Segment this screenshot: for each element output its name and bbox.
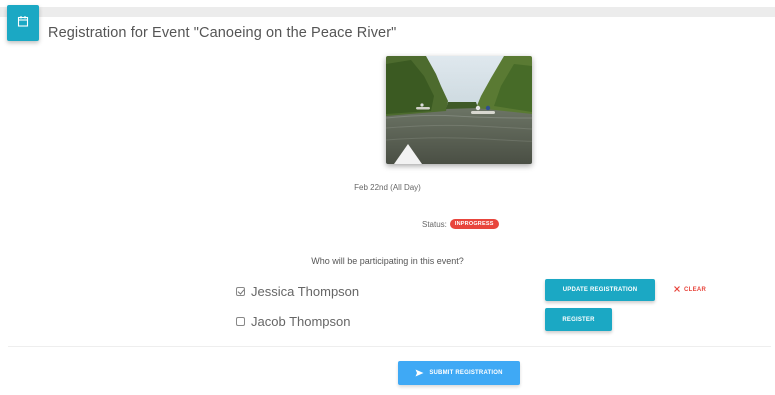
clear-button[interactable]: CLEAR (674, 286, 706, 294)
submit-registration-button[interactable]: SUBMIT REGISTRATION (398, 361, 520, 385)
calendar-icon (17, 14, 29, 32)
top-bar (0, 0, 775, 18)
event-photo (386, 56, 532, 164)
register-button[interactable]: REGISTER (545, 308, 612, 331)
event-date: Feb 22nd (All Day) (354, 183, 421, 192)
participant-name: Jacob Thompson (251, 314, 351, 329)
clear-label: CLEAR (684, 287, 707, 293)
participant-checkbox[interactable] (236, 317, 245, 326)
participation-question: Who will be participating in this event? (311, 256, 464, 266)
status-badge: INPROGRESS (449, 219, 499, 229)
participant-checkbox[interactable] (236, 287, 245, 296)
status-label: Status: (422, 219, 447, 229)
status-row: Status: INPROGRESS (422, 219, 499, 229)
page-title: Registration for Event "Canoeing on the … (48, 25, 397, 41)
participant-name: Jessica Thompson (251, 284, 360, 299)
submit-label: SUBMIT REGISTRATION (429, 370, 503, 376)
divider (8, 346, 771, 347)
close-icon (674, 286, 680, 294)
calendar-badge (7, 5, 39, 41)
header-strip (0, 7, 775, 17)
update-registration-button[interactable]: UPDATE REGISTRATION (545, 279, 655, 301)
participant-row-jessica[interactable]: Jessica Thompson (236, 284, 359, 299)
send-icon (415, 369, 429, 377)
participant-row-jacob[interactable]: Jacob Thompson (236, 314, 351, 329)
